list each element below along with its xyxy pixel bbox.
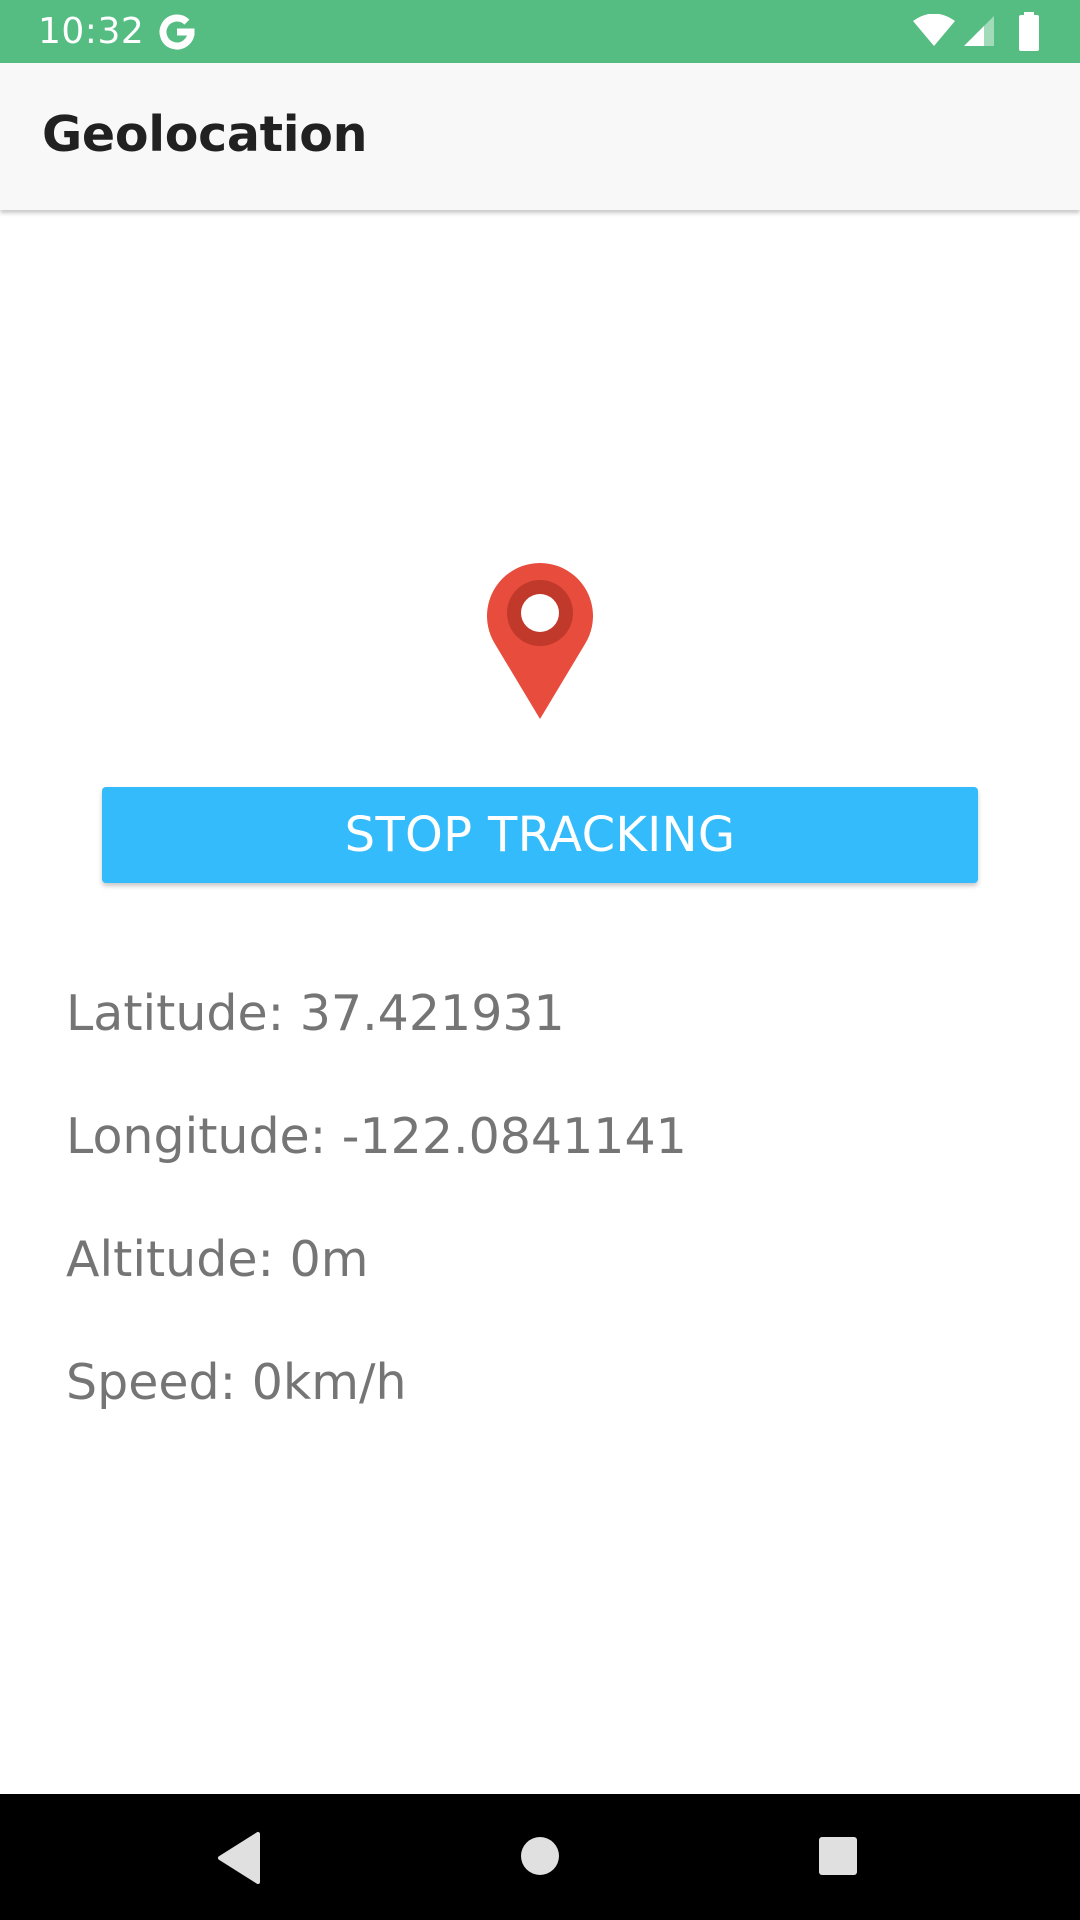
longitude-label: Longitude: -122.0841141 bbox=[66, 1108, 687, 1165]
google-g-icon bbox=[157, 10, 197, 54]
stop-tracking-button[interactable]: STOP TRACKING bbox=[102, 787, 978, 883]
status-bar: 10:32 bbox=[0, 0, 1080, 63]
app-bar: Geolocation bbox=[0, 63, 1080, 210]
battery-icon bbox=[1018, 12, 1040, 52]
speed-label: Speed: 0km/h bbox=[66, 1354, 407, 1411]
home-icon[interactable] bbox=[480, 1794, 600, 1920]
cell-signal-icon bbox=[962, 14, 998, 48]
page-title: Geolocation bbox=[42, 106, 368, 163]
recents-icon[interactable] bbox=[778, 1794, 898, 1920]
status-icons bbox=[912, 12, 1052, 52]
latitude-label: Latitude: 37.421931 bbox=[66, 985, 565, 1042]
status-time: 10:32 bbox=[38, 11, 145, 52]
wifi-icon bbox=[912, 13, 956, 48]
back-icon[interactable] bbox=[180, 1794, 300, 1920]
navigation-bar bbox=[0, 1794, 1080, 1920]
altitude-label: Altitude: 0m bbox=[66, 1231, 369, 1288]
location-pin-icon bbox=[487, 560, 593, 719]
